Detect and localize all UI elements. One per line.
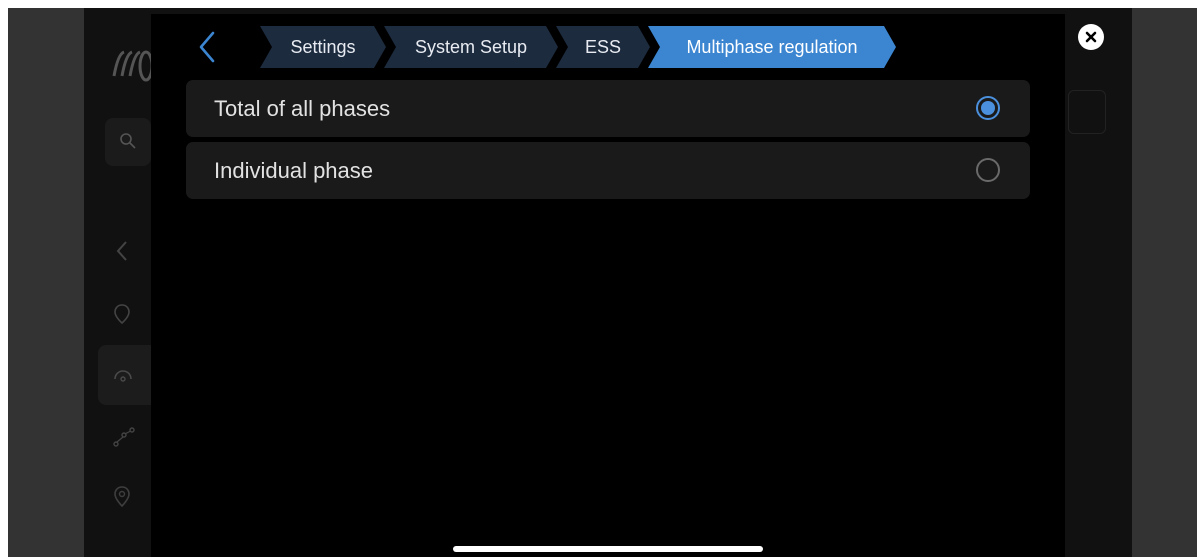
background-search-box: [105, 118, 151, 166]
graph-icon: [113, 427, 135, 447]
option-total-of-all-phases[interactable]: Total of all phases: [186, 80, 1030, 137]
breadcrumb-ess[interactable]: ESS: [556, 26, 650, 68]
breadcrumb-system-setup[interactable]: System Setup: [384, 26, 558, 68]
option-individual-phase[interactable]: Individual phase: [186, 142, 1030, 199]
chevron-left-icon: [116, 241, 127, 261]
option-label: Individual phase: [214, 158, 374, 183]
breadcrumb-settings[interactable]: Settings: [260, 26, 386, 68]
background-frame-left: [8, 8, 84, 557]
background-right-control: [1068, 90, 1106, 134]
close-icon: [1085, 31, 1097, 43]
map-pin-icon: [114, 486, 130, 508]
gauge-icon: [114, 370, 132, 382]
background-frame-right: [1132, 8, 1197, 557]
victron-logo-icon: [112, 50, 154, 82]
back-chevron-icon[interactable]: [193, 30, 223, 64]
breadcrumb-multiphase-regulation: Multiphase regulation: [648, 26, 896, 68]
search-icon: [120, 133, 136, 149]
radio-unselected[interactable]: [976, 158, 1000, 182]
home-indicator: [453, 546, 763, 552]
close-button[interactable]: [1078, 24, 1104, 50]
location-icon: [114, 304, 130, 325]
radio-selected[interactable]: [976, 96, 1000, 120]
option-label: Total of all phases: [214, 96, 391, 121]
